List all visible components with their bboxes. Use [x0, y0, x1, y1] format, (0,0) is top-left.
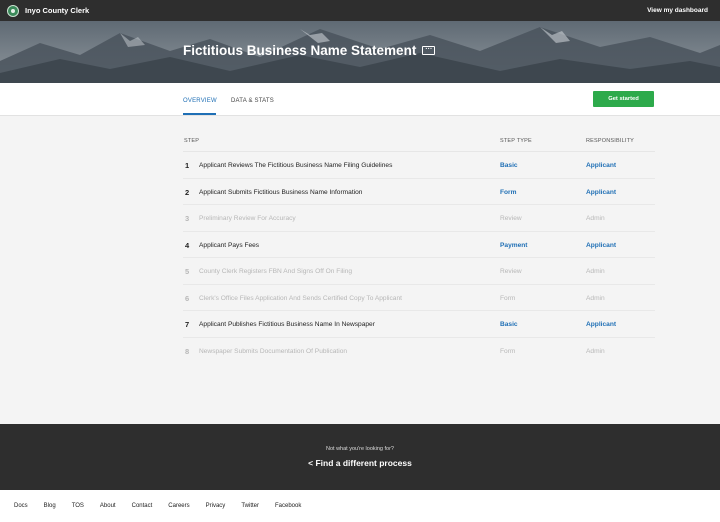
top-nav-bar: Inyo County Clerk View my dashboard — [0, 0, 720, 21]
find-different-process-link[interactable]: < Find a different process — [0, 458, 720, 468]
footer-link-careers[interactable]: Careers — [168, 503, 189, 509]
step-number: 2 — [185, 187, 190, 197]
steps-table: STEP STEP TYPE RESPONSIBILITY 1 Applican… — [183, 130, 655, 364]
table-row: 3 Preliminary Review For Accuracy Review… — [183, 205, 655, 232]
hero-banner: Fictitious Business Name Statement ··· — [0, 21, 720, 83]
more-options-icon[interactable]: ··· — [422, 46, 436, 55]
footer-link-docs[interactable]: Docs — [14, 503, 28, 509]
footer-link-privacy[interactable]: Privacy — [206, 503, 226, 509]
step-type: Basic — [500, 162, 518, 169]
header-step: STEP — [184, 138, 200, 144]
table-row[interactable]: 7 Applicant Publishes Fictitious Busines… — [183, 311, 655, 338]
table-row[interactable]: 4 Applicant Pays Fees Payment Applicant — [183, 232, 655, 258]
find-process-footer: Not what you're looking for? < Find a di… — [0, 424, 720, 490]
tab-overview[interactable]: OVERVIEW — [183, 98, 217, 104]
header-responsibility: RESPONSIBILITY — [586, 138, 635, 144]
step-name: Preliminary Review For Accuracy — [199, 215, 296, 222]
brand[interactable]: Inyo County Clerk — [7, 4, 89, 17]
step-responsibility: Applicant — [586, 162, 617, 169]
footer-links: Docs Blog TOS About Contact Careers Priv… — [0, 490, 720, 522]
step-type: Review — [500, 215, 522, 222]
step-number: 6 — [185, 293, 190, 303]
table-row[interactable]: 1 Applicant Reviews The Fictitious Busin… — [183, 152, 655, 179]
step-responsibility: Admin — [586, 215, 605, 222]
step-type: Form — [500, 294, 516, 302]
table-header: STEP STEP TYPE RESPONSIBILITY — [183, 130, 655, 152]
step-number: 3 — [185, 214, 190, 223]
footer-link-blog[interactable]: Blog — [44, 503, 56, 509]
view-dashboard-link[interactable]: View my dashboard — [647, 7, 708, 14]
table-row: 8 Newspaper Submits Documentation Of Pub… — [183, 338, 655, 365]
header-step-type: STEP TYPE — [500, 138, 532, 144]
step-responsibility: Admin — [586, 347, 605, 355]
step-name: Clerk's Office Files Application And Sen… — [199, 294, 402, 302]
footer-link-facebook[interactable]: Facebook — [275, 503, 301, 509]
table-row[interactable]: 2 Applicant Submits Fictitious Business … — [183, 179, 655, 205]
footer-link-about[interactable]: About — [100, 503, 116, 509]
step-type: Form — [500, 347, 516, 355]
step-name: County Clerk Registers FBN And Signs Off… — [199, 268, 353, 275]
step-name[interactable]: Applicant Pays Fees — [199, 242, 259, 249]
step-responsibility: Applicant — [586, 188, 617, 196]
step-type: Payment — [500, 241, 528, 249]
step-name[interactable]: Applicant Publishes Fictitious Business … — [199, 321, 375, 328]
table-row: 5 County Clerk Registers FBN And Signs O… — [183, 258, 655, 285]
step-number: 5 — [185, 267, 190, 276]
step-number: 1 — [185, 161, 190, 170]
brand-name[interactable]: Inyo County Clerk — [25, 6, 89, 15]
step-name[interactable]: Applicant Submits Fictitious Business Na… — [199, 189, 362, 196]
step-responsibility: Applicant — [586, 241, 617, 249]
active-tab-indicator — [183, 113, 216, 115]
county-seal-icon — [7, 4, 19, 17]
step-responsibility: Admin — [586, 294, 605, 302]
tab-data-stats[interactable]: DATA & STATS — [231, 98, 274, 104]
table-row: 6 Clerk's Office Files Application And S… — [183, 285, 655, 311]
footer-link-tos[interactable]: TOS — [72, 503, 84, 509]
not-looking-text: Not what you're looking for? — [325, 446, 394, 452]
step-responsibility: Admin — [586, 268, 605, 275]
step-name[interactable]: Applicant Reviews The Fictitious Busines… — [199, 162, 392, 169]
step-type: Basic — [500, 321, 518, 328]
footer-link-contact[interactable]: Contact — [132, 503, 153, 509]
step-name: Newspaper Submits Documentation Of Publi… — [199, 347, 348, 355]
step-responsibility: Applicant — [586, 321, 617, 328]
step-number: 7 — [185, 320, 190, 329]
process-title: Fictitious Business Name Statement — [183, 43, 417, 58]
get-started-button[interactable]: Get started — [593, 91, 654, 107]
step-number: 4 — [185, 240, 190, 250]
step-type: Form — [500, 188, 517, 196]
step-number: 8 — [185, 346, 190, 356]
footer-link-twitter[interactable]: Twitter — [241, 503, 259, 509]
step-type: Review — [500, 268, 522, 275]
page-title: Fictitious Business Name Statement ··· — [183, 43, 436, 58]
